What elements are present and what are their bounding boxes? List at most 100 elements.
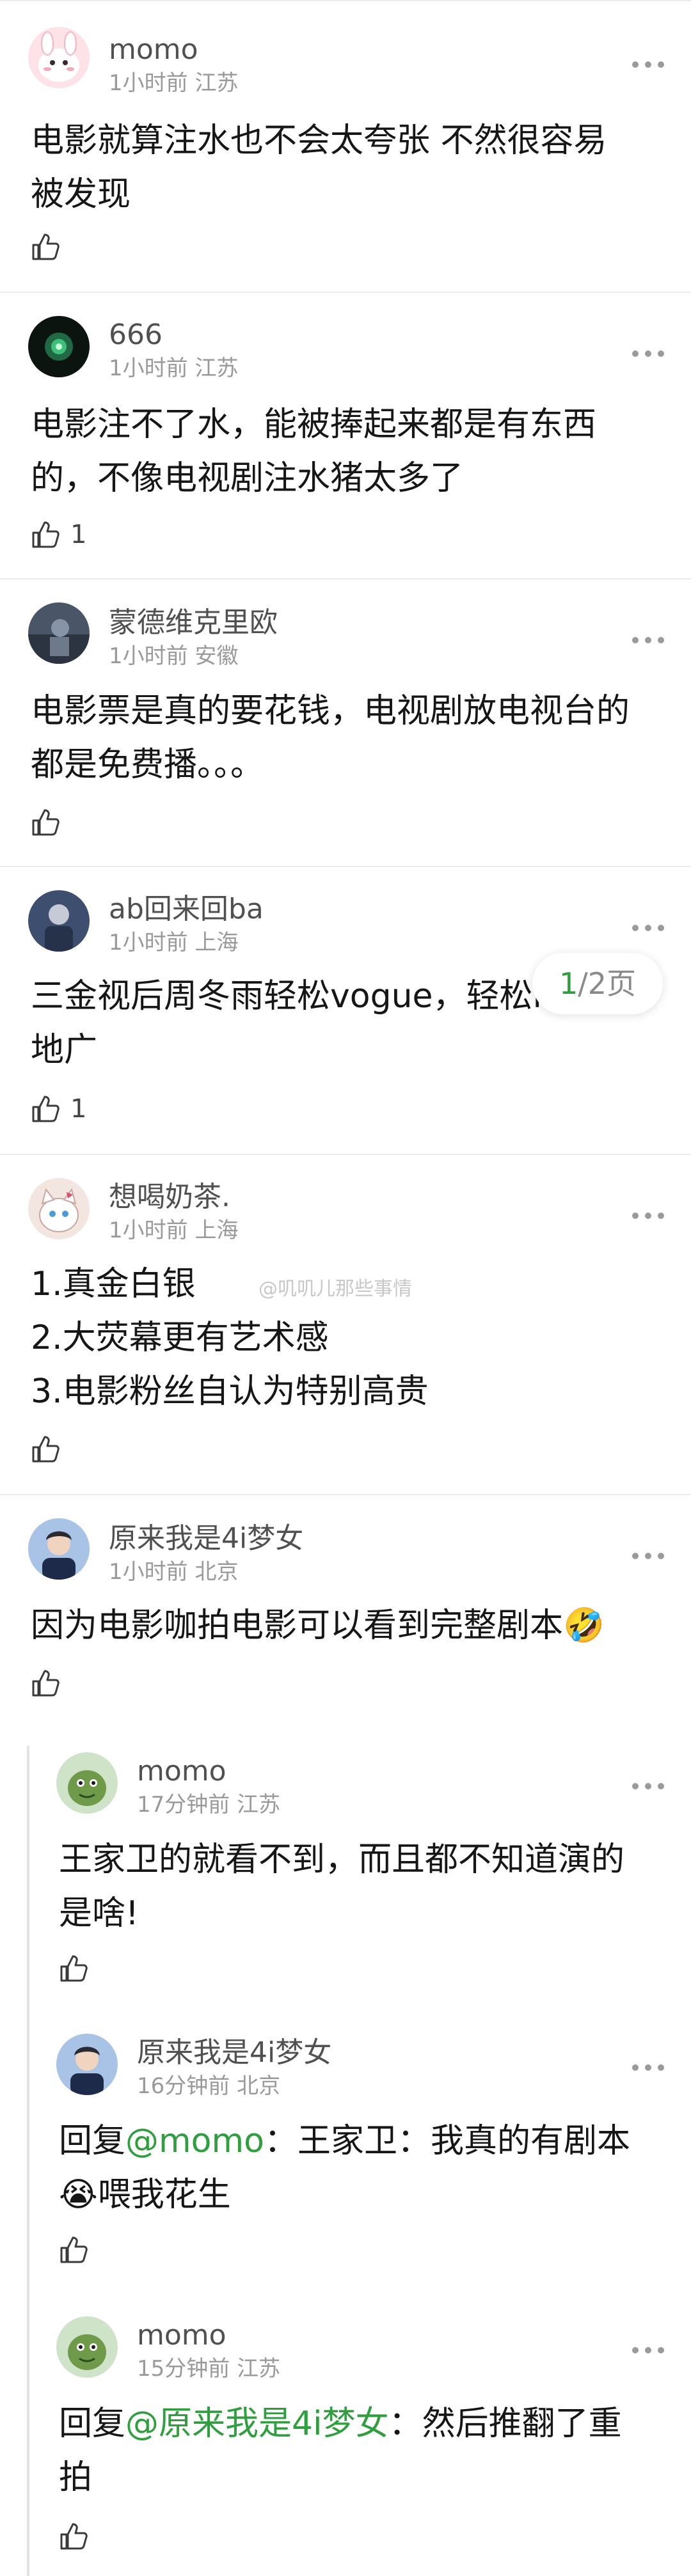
comment-meta: 1小时前 上海 (109, 1218, 238, 1243)
like-button[interactable] (29, 228, 70, 266)
comment-text: 王家卫的就看不到，而且都不知道演的 是啥! (59, 1841, 625, 1933)
comment-item: 想喝奶茶. 1小时前 上海 1.真金白银 2.大荧幕更有艺术感 3.电影粉丝自认… (0, 1155, 691, 1495)
comment-item: 666 1小时前 江苏 电影注不了水，能被捧起来都是有东西 的，不像电视剧注水猪… (0, 293, 691, 579)
comment-meta: 1小时前 江苏 (109, 356, 238, 381)
avatar[interactable] (28, 316, 90, 377)
comment-text: 因为电影咖拍电影可以看到完整剧本🤣 (31, 1606, 605, 1645)
thumbs-up-icon (32, 1096, 60, 1122)
location: 北京 (237, 2073, 281, 2099)
reply-item: 原来我是4i梦女 16分钟前 北京 回复@momo：王家卫：我真的有剧本 😭喂我… (0, 2027, 691, 2309)
avatar[interactable] (28, 1178, 90, 1239)
comment-meta: 1小时前 北京 (109, 1559, 238, 1585)
comment-text: 电影注不了水，能被捧起来都是有东西 的，不像电视剧注水猪太多了 (31, 405, 597, 498)
avatar-photo-icon (28, 890, 90, 952)
avatar[interactable] (28, 890, 90, 952)
like-button[interactable] (29, 1430, 70, 1468)
like-button[interactable] (58, 1949, 99, 1988)
location: 江苏 (237, 1792, 281, 1818)
timestamp: 1小时前 (109, 1218, 188, 1243)
more-options-icon[interactable] (631, 1782, 665, 1795)
more-options-icon[interactable] (631, 1551, 665, 1564)
timestamp: 1小时前 (109, 70, 188, 96)
like-button[interactable] (29, 803, 70, 842)
like-button[interactable]: 1 (29, 1090, 86, 1128)
avatar[interactable] (56, 1752, 118, 1814)
timestamp: 16分钟前 (137, 2073, 230, 2099)
username[interactable]: 想喝奶茶. (109, 1181, 230, 1214)
more-options-icon[interactable] (631, 349, 665, 362)
location: 江苏 (237, 2356, 281, 2382)
avatar[interactable] (28, 1518, 90, 1580)
timestamp: 1小时前 (109, 1559, 188, 1585)
username[interactable]: ab回来回ba (109, 893, 264, 926)
comment-text: 回复@momo：王家卫：我真的有剧本 😭喂我花生 (59, 2122, 630, 2214)
more-options-icon[interactable] (631, 2346, 665, 2359)
comment-meta: 17分钟前 江苏 (137, 1792, 280, 1818)
like-button[interactable]: 1 (29, 515, 86, 554)
avatar-pink-bunny-icon (28, 27, 90, 88)
more-options-icon[interactable] (631, 2063, 665, 2076)
comment-text: 回复@原来我是4i梦女：然后推翻了重 拍 (59, 2405, 622, 2497)
mention-link[interactable]: @原来我是4i梦女 (125, 2405, 389, 2443)
mention-link[interactable]: @momo (125, 2122, 264, 2160)
thumbs-up-icon (32, 1670, 60, 1697)
avatar-dark-firework-icon (28, 316, 90, 377)
avatar-photo-icon (56, 2034, 118, 2095)
username[interactable]: 蒙德维克里欧 (109, 606, 278, 640)
like-button[interactable] (58, 2231, 99, 2269)
comment-meta: 1小时前 上海 (109, 930, 238, 955)
avatar-cartoon-cat-icon (28, 1178, 90, 1239)
comment-item: momo 1小时前 江苏 电影就算注水也不会太夸张 不然很容易 被发现 (0, 0, 691, 293)
thumbs-up-icon (32, 233, 60, 260)
location: 上海 (195, 1218, 239, 1243)
location: 北京 (195, 1559, 239, 1585)
username[interactable]: momo (109, 33, 198, 67)
comment-meta: 15分钟前 江苏 (137, 2356, 280, 2382)
reply-item: momo 17分钟前 江苏 王家卫的就看不到，而且都不知道演的 是啥! (0, 1746, 691, 2027)
username[interactable]: 原来我是4i梦女 (109, 1522, 303, 1555)
reply-item: momo 15分钟前 江苏 回复@原来我是4i梦女：然后推翻了重 拍 (0, 2309, 691, 2576)
avatar-green-dino-icon (56, 2316, 118, 2378)
page-total: /2页 (578, 966, 637, 1001)
timestamp: 1小时前 (109, 356, 188, 381)
page-current: 1 (559, 966, 578, 1001)
comment-item: 蒙德维克里欧 1小时前 安徽 电影票是真的要花钱，电视剧放电视台的 都是免费播。… (0, 579, 691, 867)
more-options-icon[interactable] (631, 60, 665, 73)
thumbs-up-icon (32, 1436, 60, 1463)
more-options-icon[interactable] (631, 1211, 665, 1224)
username[interactable]: 原来我是4i梦女 (137, 2036, 331, 2069)
avatar[interactable] (56, 2034, 118, 2095)
like-button[interactable] (29, 1664, 70, 1702)
timestamp: 15分钟前 (137, 2356, 230, 2382)
username[interactable]: momo (137, 1755, 226, 1788)
timestamp: 1小时前 (109, 643, 188, 669)
location: 江苏 (195, 356, 239, 381)
avatar-photo-icon (28, 602, 90, 664)
avatar[interactable] (56, 2316, 118, 2378)
comment-meta: 16分钟前 北京 (137, 2073, 280, 2099)
thumbs-up-icon (32, 521, 60, 548)
comment-meta: 1小时前 江苏 (109, 70, 238, 96)
username[interactable]: momo (137, 2319, 226, 2352)
page-indicator[interactable]: 1/2页 (532, 953, 663, 1014)
avatar-photo-icon (28, 1518, 90, 1580)
like-count: 1 (70, 520, 87, 549)
thumbs-up-icon (60, 2236, 88, 2263)
thumbs-up-icon (32, 809, 60, 836)
like-button[interactable] (58, 2517, 99, 2556)
avatar[interactable] (28, 27, 90, 88)
username[interactable]: 666 (109, 318, 163, 352)
more-options-icon[interactable] (631, 636, 665, 648)
location: 安徽 (195, 643, 239, 669)
comment-text: 电影就算注水也不会太夸张 不然很容易 被发现 (31, 122, 607, 214)
avatar-green-dino-icon (56, 1752, 118, 1814)
watermark: @叽叽儿那些事情 (258, 1278, 412, 1300)
avatar[interactable] (28, 602, 90, 664)
location: 上海 (195, 930, 239, 955)
timestamp: 1小时前 (109, 930, 188, 955)
more-options-icon[interactable] (631, 923, 665, 936)
thumbs-up-icon (60, 1955, 88, 1982)
comment-meta: 1小时前 安徽 (109, 643, 238, 669)
location: 江苏 (195, 70, 239, 96)
timestamp: 17分钟前 (137, 1792, 230, 1818)
